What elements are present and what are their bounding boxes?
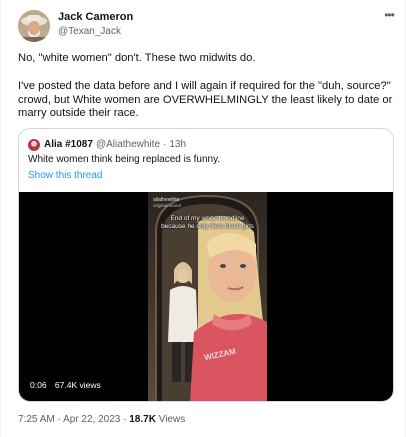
user-handle[interactable]: @Texan_Jack — [58, 25, 133, 38]
quoted-handle: @Aliathewhite — [95, 139, 161, 150]
show-thread-link[interactable]: Show this thread — [28, 170, 103, 181]
video-overlay-sound: original sound — [153, 203, 182, 208]
video-player[interactable]: aliathewhite original sound End of my wh… — [19, 192, 393, 401]
quoted-display-name: Alia #1087 — [44, 139, 93, 150]
views-count: 18.7K — [129, 414, 156, 425]
tweet-date[interactable]: Apr 22, 2023 — [63, 414, 120, 425]
quoted-header: Alia #1087 @Aliathewhite · 13h — [28, 138, 186, 151]
video-views: 67.4K views — [54, 380, 101, 390]
tweet: Jack Cameron @Texan_Jack ••• No, "white … — [0, 0, 406, 437]
video-meta: 0:06 67.4K views — [30, 380, 107, 390]
views-label: Views — [158, 414, 186, 425]
quoted-avatar — [28, 138, 40, 151]
separator-dot: · — [163, 139, 167, 150]
tweet-paragraph: I've posted the data before and I will a… — [18, 79, 393, 120]
quoted-text: White women think being replaced is funn… — [28, 154, 221, 165]
tweet-time[interactable]: 7:25 AM — [18, 414, 55, 425]
tweet-text: No, "white women" don't. These two midwi… — [18, 52, 396, 135]
avatar[interactable] — [18, 10, 50, 42]
tweet-footer: 7:25 AM · Apr 22, 2023 · 18.7K Views — [18, 414, 185, 425]
video-frame: aliathewhite original sound End of my wh… — [148, 192, 267, 401]
video-duration: 0:06 — [30, 380, 47, 390]
separator-dot: · — [123, 414, 127, 425]
quoted-time[interactable]: 13h — [169, 139, 186, 150]
display-name[interactable]: Jack Cameron — [58, 11, 133, 24]
more-horizontal-icon[interactable]: ••• — [381, 8, 397, 24]
video-caption: End of my white bloodline because he onl… — [161, 215, 254, 230]
quoted-tweet[interactable]: Alia #1087 @Aliathewhite · 13h White wom… — [18, 128, 394, 402]
tweet-paragraph: No, "white women" don't. These two midwi… — [18, 52, 256, 64]
separator-dot: · — [57, 414, 61, 425]
author-info: Jack Cameron @Texan_Jack — [58, 11, 133, 38]
